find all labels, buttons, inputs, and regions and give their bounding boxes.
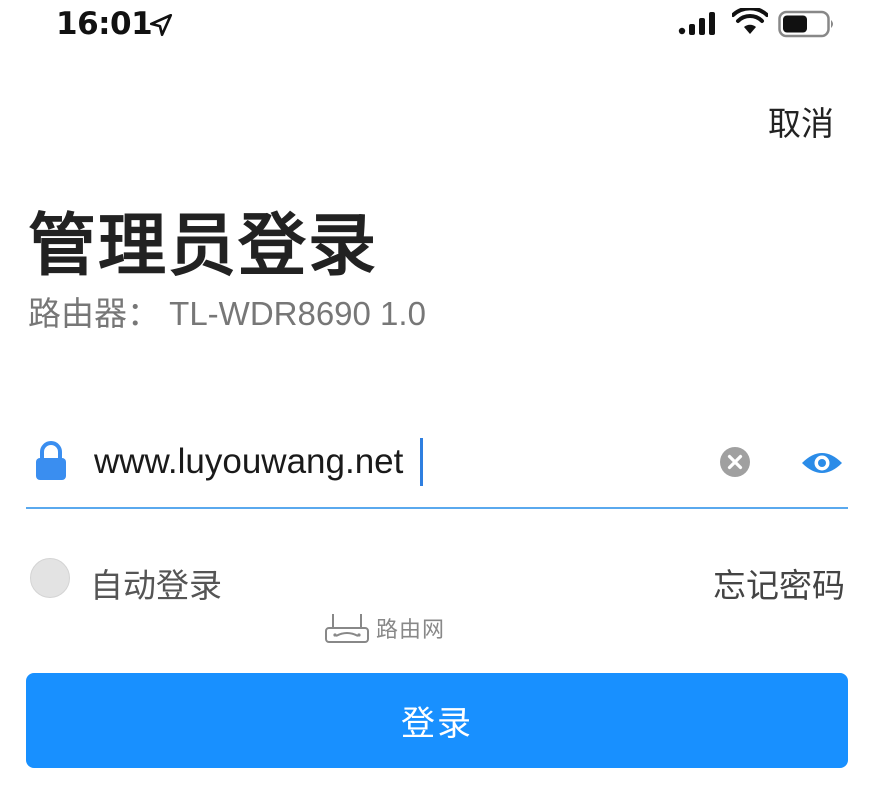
- cellular-signal-icon: [678, 12, 715, 35]
- clear-input-icon[interactable]: [719, 446, 751, 478]
- show-password-eye-icon[interactable]: [800, 448, 844, 478]
- lock-icon: [36, 441, 66, 480]
- cancel-button[interactable]: 取消: [768, 97, 834, 145]
- password-input[interactable]: [94, 440, 694, 484]
- battery-icon: [778, 10, 833, 38]
- status-time: 16:01: [56, 6, 153, 42]
- forgot-password-link[interactable]: 忘记密码: [713, 559, 845, 607]
- text-caret: [420, 438, 423, 486]
- router-model-label: 路由器： TL-WDR8690 1.0: [28, 295, 426, 332]
- password-underline: [26, 507, 848, 509]
- location-arrow-icon: [149, 13, 173, 37]
- login-button[interactable]: 登录: [26, 673, 848, 768]
- wifi-icon: [732, 8, 768, 34]
- page-title: 管理员登录: [28, 207, 379, 286]
- auto-login-radio[interactable]: [30, 558, 70, 598]
- auto-login-label[interactable]: 自动登录: [90, 559, 222, 607]
- router-icon: [325, 614, 369, 643]
- watermark: 路由网: [324, 610, 445, 646]
- watermark-text: 路由网: [376, 618, 446, 643]
